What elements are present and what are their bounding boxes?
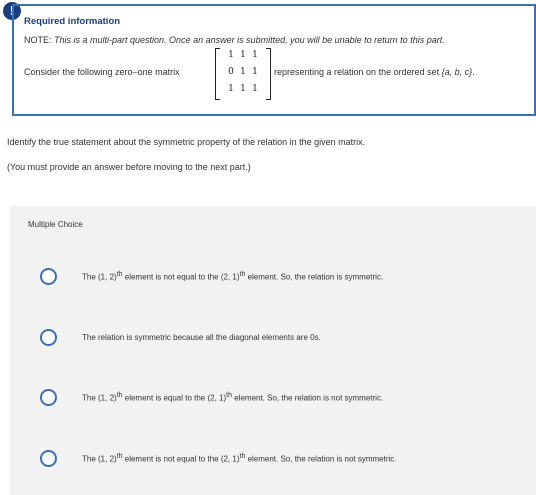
multiple-choice-label: Multiple Choice bbox=[28, 220, 83, 229]
choice-text-part: element. So, the relation is symmetric. bbox=[245, 272, 384, 282]
choice-text-part: The (1, 2) bbox=[82, 393, 117, 403]
matrix-cell: 1 bbox=[252, 67, 258, 77]
matrix-right-bracket bbox=[266, 48, 271, 100]
relation-text-prefix: representing a relation on the ordered s… bbox=[274, 67, 442, 77]
matrix-cell: 1 bbox=[240, 67, 246, 77]
matrix-cell: 1 bbox=[252, 84, 258, 94]
multi-part-note: NOTE: This is a multi-part question. Onc… bbox=[24, 35, 445, 45]
choice-text-part: The (1, 2) bbox=[82, 272, 117, 282]
matrix-cell: 1 bbox=[228, 84, 234, 94]
ordered-set: {a, b, c} bbox=[441, 67, 473, 77]
radio-button[interactable] bbox=[40, 267, 57, 285]
choice-option-3[interactable]: The (1, 2)th element is equal to the (2,… bbox=[40, 385, 530, 409]
choice-text-part: element is equal to the (2, 1) bbox=[122, 393, 227, 403]
radio-button[interactable] bbox=[40, 388, 57, 406]
matrix-cell: 0 bbox=[228, 67, 234, 77]
choice-text-part: element. So, the relation is not symmetr… bbox=[245, 454, 397, 464]
choice-option-1[interactable]: The (1, 2)th element is not equal to the… bbox=[40, 264, 530, 288]
choice-text[interactable]: The (1, 2)th element is equal to the (2,… bbox=[82, 392, 383, 403]
choice-option-4[interactable]: The (1, 2)th element is not equal to the… bbox=[40, 446, 530, 470]
choice-text[interactable]: The (1, 2)th element is not equal to the… bbox=[82, 271, 383, 282]
choice-option-2[interactable]: The relation is symmetric because all th… bbox=[40, 325, 530, 349]
answer-required-note: (You must provide an answer before movin… bbox=[7, 162, 251, 172]
matrix-left-bracket bbox=[215, 48, 220, 100]
matrix-cell: 1 bbox=[252, 50, 258, 60]
radio-button[interactable] bbox=[40, 449, 57, 467]
note-prefix: NOTE: bbox=[24, 35, 55, 45]
radio-button[interactable] bbox=[40, 328, 57, 346]
matrix-cell: 1 bbox=[240, 84, 246, 94]
consider-text: Consider the following zero–one matrix bbox=[24, 67, 180, 77]
choice-text[interactable]: The relation is symmetric because all th… bbox=[82, 333, 321, 342]
question-prompt: Identify the true statement about the sy… bbox=[7, 137, 366, 147]
relation-text-suffix: . bbox=[472, 67, 475, 77]
matrix-cell: 1 bbox=[228, 50, 234, 60]
zero-one-matrix: 1 1 1 0 1 1 1 1 1 bbox=[215, 48, 271, 100]
info-title: Required information bbox=[24, 16, 121, 27]
choice-text[interactable]: The (1, 2)th element is not equal to the… bbox=[82, 453, 397, 464]
choice-text-part: The (1, 2) bbox=[82, 454, 117, 464]
matrix-cell: 1 bbox=[240, 50, 246, 60]
choice-text-part: element is not equal to the (2, 1) bbox=[122, 454, 240, 464]
note-text: This is a multi-part question. Once an a… bbox=[54, 35, 445, 45]
relation-text: representing a relation on the ordered s… bbox=[274, 67, 475, 77]
choice-text-part: element. So, the relation is not symmetr… bbox=[232, 393, 384, 403]
choice-text-part: element is not equal to the (2, 1) bbox=[122, 272, 240, 282]
